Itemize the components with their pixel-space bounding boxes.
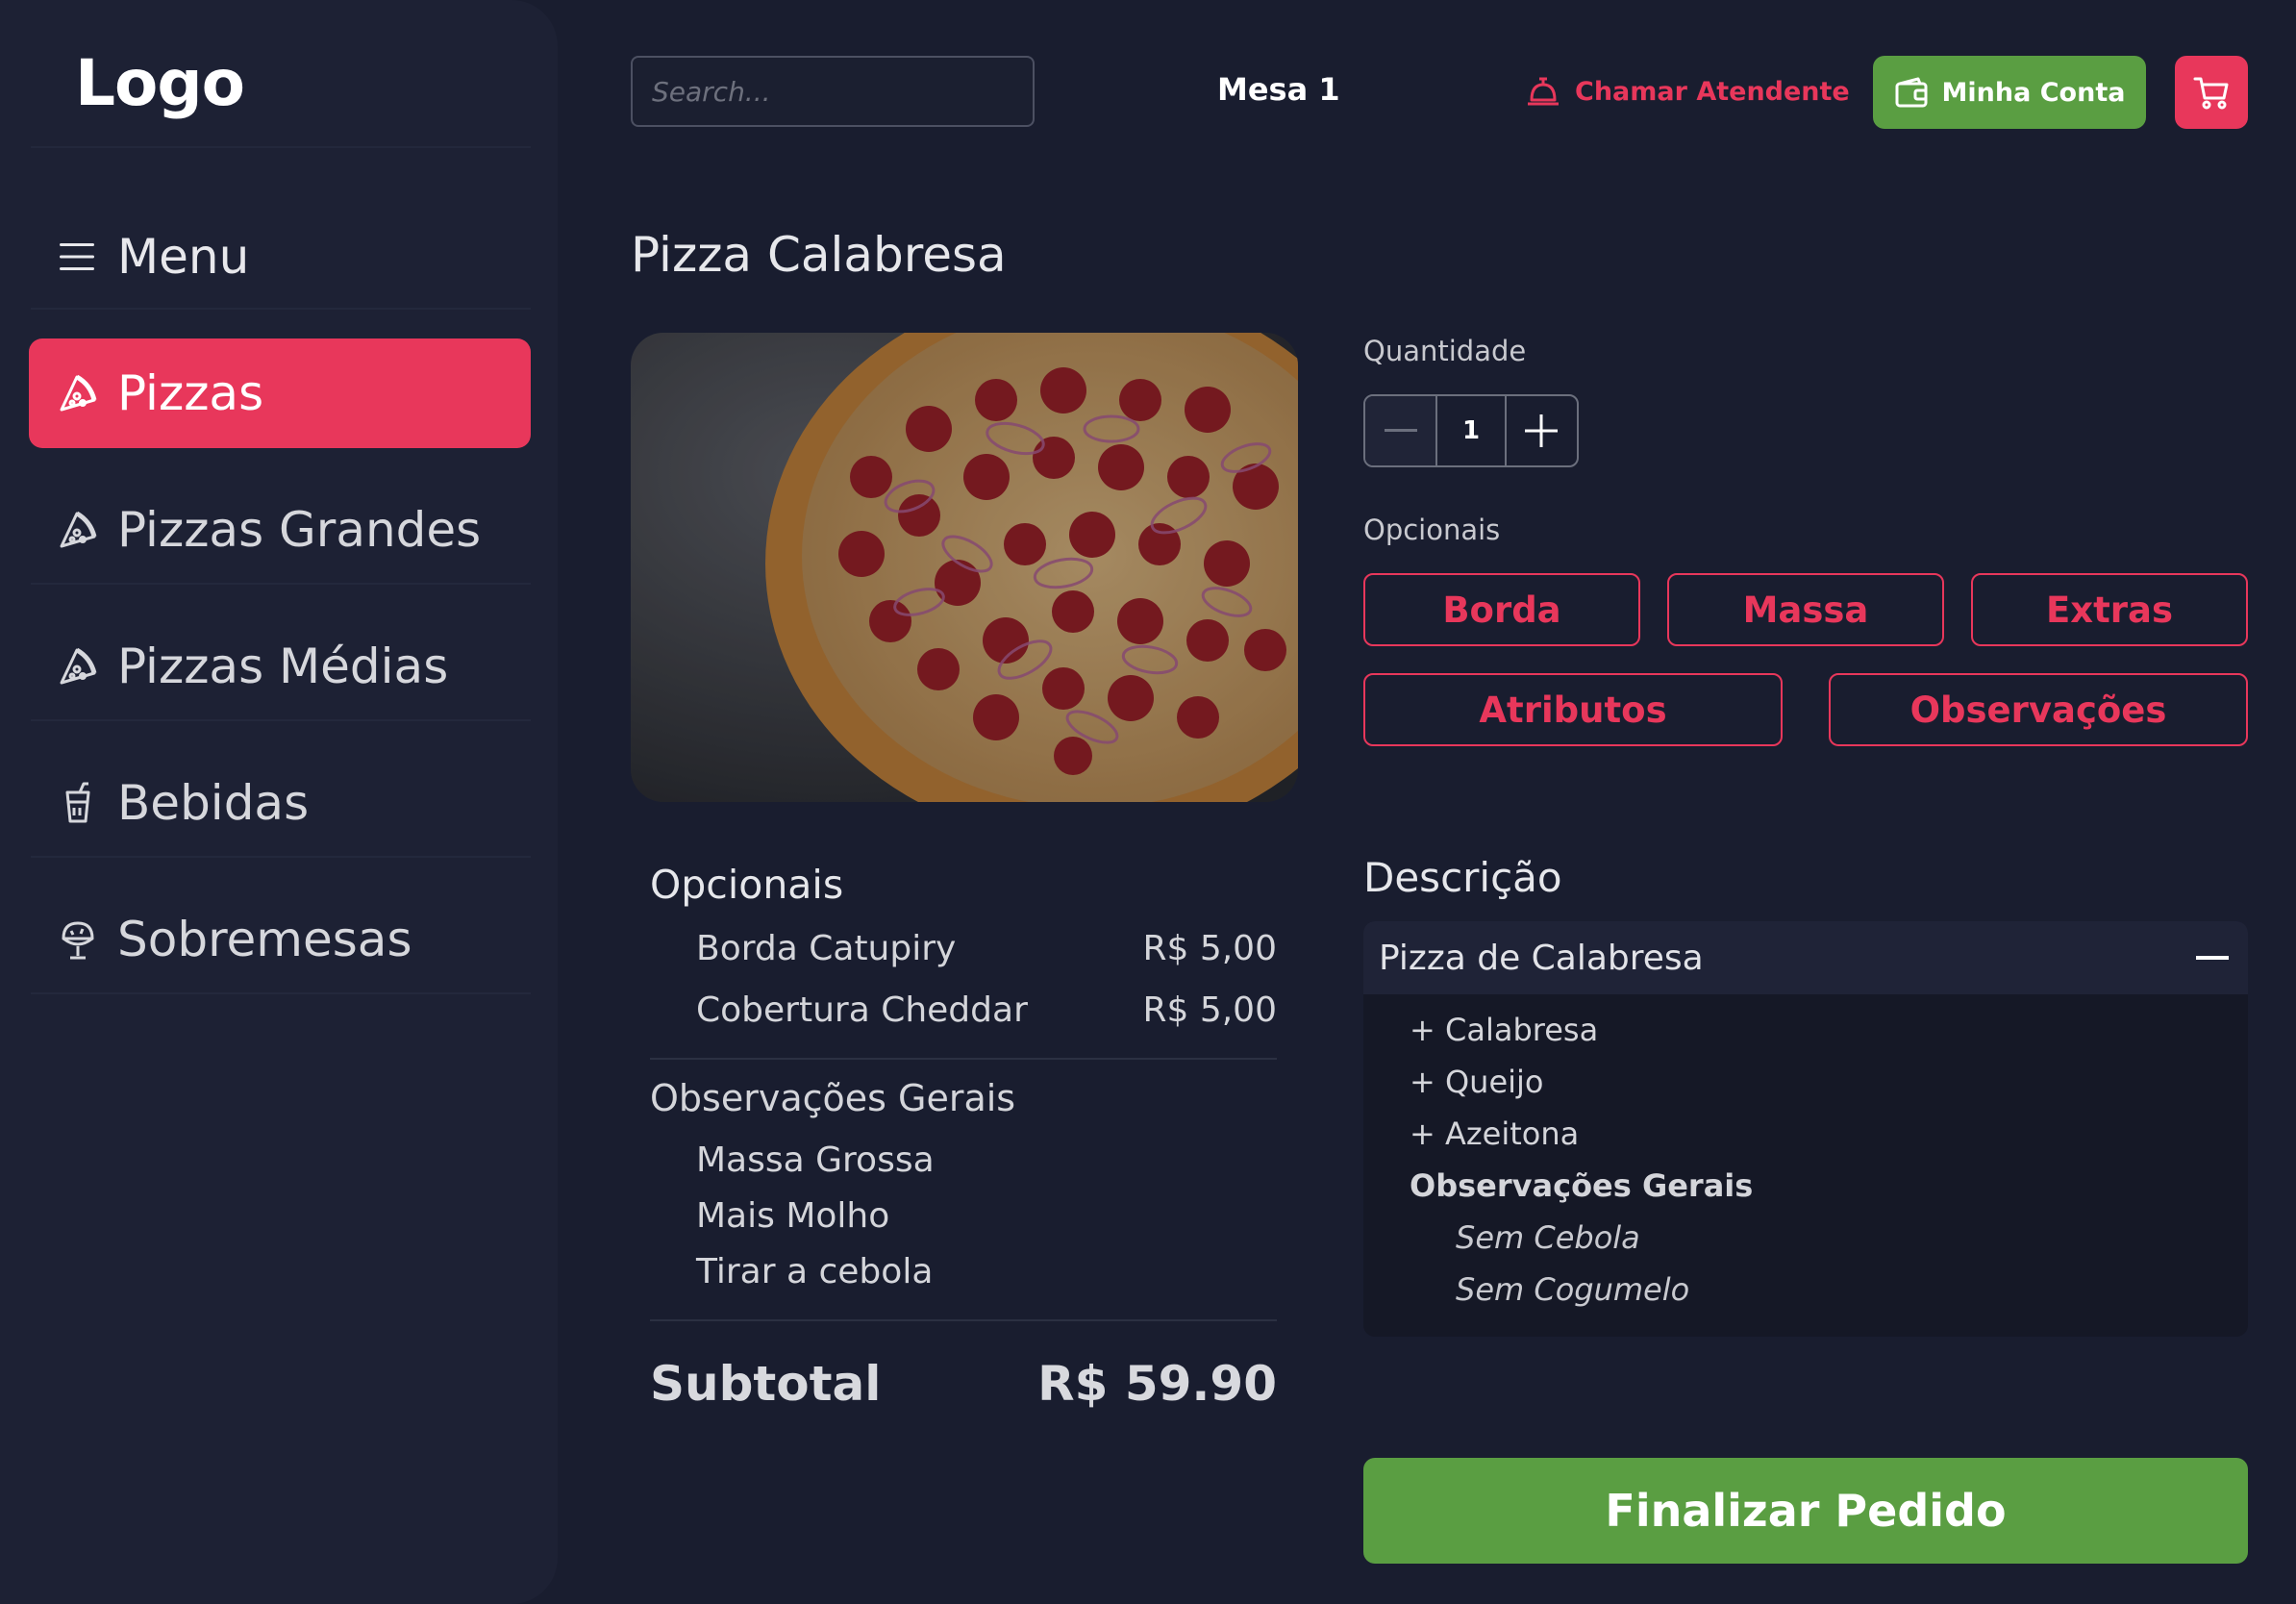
sidebar-item-bebidas[interactable]: Bebidas: [29, 748, 531, 858]
divider: [31, 583, 531, 585]
pizza-slice-icon: [60, 511, 97, 548]
ingredient-item: + Queijo: [1410, 1064, 1544, 1100]
pizza-slice-icon: [60, 647, 97, 685]
option-name: Cobertura Cheddar: [696, 990, 1028, 1030]
description-obs-item: Sem Cebola: [1456, 1219, 1640, 1256]
call-attendant-button[interactable]: Chamar Atendente: [1525, 69, 1850, 113]
search-input[interactable]: [631, 56, 1035, 127]
quantity-label: Quantidade: [1363, 335, 1527, 367]
divider: [31, 992, 531, 994]
divider: [650, 1319, 1277, 1321]
service-bell-icon: [1528, 77, 1559, 106]
decrease-button[interactable]: [1365, 396, 1436, 465]
summary-option-row: Cobertura Cheddar R$ 5,00: [696, 990, 1277, 1030]
minus-icon: [1384, 429, 1417, 432]
divider: [650, 1058, 1277, 1060]
ingredient-item: + Calabresa: [1410, 1012, 1599, 1048]
my-account-button[interactable]: Minha Conta: [1873, 56, 2146, 129]
quantity-value: 1: [1435, 396, 1507, 465]
options-label: Opcionais: [1363, 514, 1501, 546]
summary-obs-item: Massa Grossa: [696, 1140, 935, 1180]
sidebar-item-pizzas-grandes[interactable]: Pizzas Grandes: [29, 475, 531, 585]
subtotal: Subtotal R$ 59.90: [650, 1356, 1277, 1412]
page-title: Pizza Calabresa: [631, 227, 1007, 283]
description-item-name: Pizza de Calabresa: [1379, 938, 1704, 978]
table-label: Mesa 1: [1217, 71, 1340, 108]
option-price: R$ 5,00: [1142, 929, 1277, 968]
plus-icon: [1525, 414, 1559, 447]
sidebar-item-label: Pizzas Grandes: [117, 502, 482, 558]
option-borda-button[interactable]: Borda: [1363, 573, 1640, 646]
collapse-icon: [2196, 956, 2229, 960]
quantity-stepper: 1: [1363, 394, 1579, 467]
summary-option-row: Borda Catupiry R$ 5,00: [696, 929, 1277, 968]
divider: [31, 308, 531, 310]
subtotal-value: R$ 59.90: [1037, 1356, 1277, 1412]
pizza-slice-icon: [60, 374, 97, 412]
call-attendant-label: Chamar Atendente: [1575, 76, 1850, 107]
summary-obs-item: Tirar a cebola: [696, 1252, 934, 1291]
menu-toggle[interactable]: Menu: [58, 223, 249, 290]
wallet-icon: [1895, 77, 1928, 108]
sidebar: Logo Menu Pizzas Pizzas Grandes Pizzas M…: [0, 0, 558, 1604]
sidebar-item-pizzas[interactable]: Pizzas: [29, 338, 531, 448]
description-obs-item: Sem Cogumelo: [1456, 1271, 1690, 1308]
increase-button[interactable]: [1507, 396, 1577, 465]
description-panel: Pizza de Calabresa + Calabresa + Queijo …: [1363, 921, 2248, 1337]
divider: [31, 856, 531, 858]
description-obs-title: Observações Gerais: [1410, 1167, 1754, 1204]
sidebar-item-label: Pizzas: [117, 365, 264, 421]
option-name: Borda Catupiry: [696, 929, 957, 968]
summary-obs-title: Observações Gerais: [650, 1077, 1016, 1119]
drink-cup-icon: [65, 782, 90, 823]
menu-label: Menu: [117, 229, 250, 285]
divider: [31, 146, 531, 148]
divider: [31, 719, 531, 721]
summary-obs-item: Mais Molho: [696, 1196, 890, 1236]
subtotal-label: Subtotal: [650, 1356, 882, 1412]
cart-button[interactable]: [2175, 56, 2248, 129]
description-list: + Calabresa + Queijo + Azeitona Observaç…: [1363, 994, 2248, 1316]
sidebar-item-sobremesas[interactable]: Sobremesas: [29, 885, 531, 994]
description-accordion-header[interactable]: Pizza de Calabresa: [1363, 921, 2248, 994]
sidebar-item-label: Bebidas: [117, 775, 310, 831]
summary-options-title: Opcionais: [650, 862, 844, 908]
pizza-photo: [631, 333, 1298, 802]
finish-order-button[interactable]: Finalizar Pedido: [1363, 1458, 2248, 1564]
ice-cream-icon: [62, 921, 94, 960]
option-massa-button[interactable]: Massa: [1667, 573, 1944, 646]
option-extras-button[interactable]: Extras: [1971, 573, 2248, 646]
ingredient-item: + Azeitona: [1410, 1115, 1580, 1152]
app-logo: Logo: [75, 46, 245, 120]
my-account-label: Minha Conta: [1941, 77, 2126, 108]
sidebar-item-label: Sobremesas: [117, 912, 412, 967]
sidebar-item-label: Pizzas Médias: [117, 639, 449, 694]
option-observacoes-button[interactable]: Observações: [1829, 673, 2248, 746]
sidebar-item-pizzas-medias[interactable]: Pizzas Médias: [29, 612, 531, 721]
hamburger-icon: [60, 243, 94, 270]
cart-icon: [2193, 77, 2229, 110]
option-price: R$ 5,00: [1142, 990, 1277, 1030]
description-title: Descrição: [1363, 854, 1562, 901]
option-atributos-button[interactable]: Atributos: [1363, 673, 1783, 746]
